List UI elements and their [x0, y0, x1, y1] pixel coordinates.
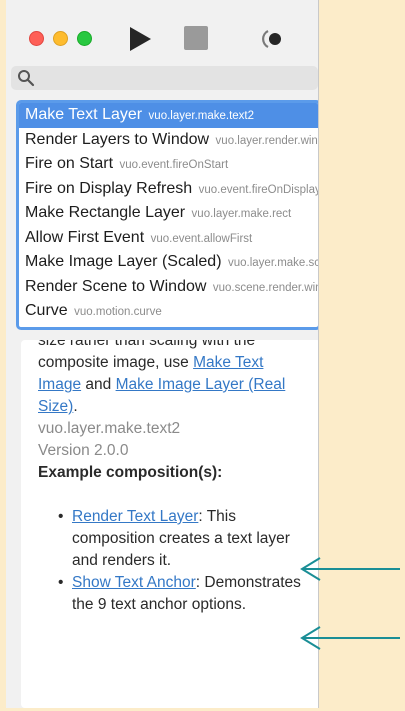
result-item[interactable]: Fire on Start vuo.event.fireOnStart	[19, 152, 318, 177]
result-node-id: vuo.layer.make.rect	[191, 208, 292, 220]
result-title: Fire on Start	[25, 155, 114, 172]
example-item: Show Text Anchor: Demonstrates the 9 tex…	[58, 572, 308, 616]
result-title: Make Text Layer	[25, 106, 143, 123]
result-item[interactable]: Make Rectangle Layer vuo.layer.make.rect	[19, 201, 318, 226]
result-node-id: vuo.layer.render.window2	[215, 134, 318, 147]
result-item[interactable]: Make Image Layer (Scaled) vuo.layer.make…	[19, 250, 318, 275]
examples-list: Render Text Layer: This composition crea…	[38, 506, 308, 616]
result-node-id: vuo.layer.make.text2	[148, 110, 255, 122]
result-node-id: vuo.layer.make.scaled	[227, 257, 318, 269]
search-input[interactable]	[39, 68, 313, 90]
example-item: Render Text Layer: This composition crea…	[58, 506, 308, 572]
examples-heading: Example composition(s):	[38, 464, 223, 481]
node-meta: vuo.layer.make.text2 Version 2.0.0	[38, 418, 308, 462]
result-title: Fire on Display Refresh	[25, 179, 193, 197]
search-icon	[18, 70, 35, 87]
render-text-layer-link[interactable]: Render Text Layer	[72, 508, 198, 525]
node-version: Version 2.0.0	[38, 442, 129, 459]
result-title: Allow First Event	[25, 228, 145, 246]
annotation-arrow-icon	[300, 626, 400, 650]
result-item[interactable]: Render Scene to Window vuo.scene.render.…	[19, 275, 318, 300]
result-title: Render Scene to Window	[25, 277, 207, 295]
result-item[interactable]: Allow First Event vuo.event.allowFirst	[19, 226, 318, 251]
result-title: Make Image Layer (Scaled)	[25, 253, 222, 270]
result-title: Render Layers to Window	[25, 130, 210, 148]
description-cut-line: size rather than scaling with the	[38, 340, 256, 349]
description-text: size rather than scaling with the compos…	[38, 340, 308, 418]
annotation-arrow-icon	[300, 557, 400, 581]
show-text-anchor-link[interactable]: Show Text Anchor	[72, 574, 196, 591]
search-results-dropdown: Make Text Layer vuo.layer.make.text2 Ren…	[16, 100, 318, 330]
search-field[interactable]	[11, 66, 318, 90]
node-documentation-pane[interactable]: size rather than scaling with the compos…	[21, 340, 318, 708]
result-item[interactable]: Curve vuo.motion.curve	[19, 299, 318, 324]
result-node-id: vuo.event.allowFirst	[150, 232, 253, 245]
description-line: composite image, use	[38, 354, 194, 371]
zoom-button[interactable]	[77, 31, 92, 46]
node-library-window: Make Text Layer vuo.layer.make.text2 Ren…	[6, 0, 319, 708]
record-icon[interactable]	[262, 29, 284, 49]
description-conjunction: and	[81, 376, 116, 393]
result-item[interactable]: Fire on Display Refresh vuo.event.fireOn…	[19, 177, 318, 202]
result-node-id: vuo.event.fireOnDisplayRefresh	[198, 183, 318, 196]
result-item[interactable]: Render Layers to Window vuo.layer.render…	[19, 128, 318, 153]
result-item[interactable]: Make Text Layer vuo.layer.make.text2	[19, 103, 318, 128]
result-node-id: vuo.motion.curve	[74, 306, 162, 318]
result-title: Make Rectangle Layer	[25, 204, 186, 221]
result-node-id: vuo.scene.render.window2	[212, 281, 318, 294]
result-title: Curve	[25, 302, 68, 319]
play-icon[interactable]	[127, 25, 153, 53]
description-period: .	[73, 398, 78, 415]
result-node-id: vuo.event.fireOnStart	[119, 159, 229, 171]
toolbar	[6, 0, 318, 64]
minimize-button[interactable]	[53, 31, 68, 46]
close-button[interactable]	[29, 31, 44, 46]
node-class-name: vuo.layer.make.text2	[38, 420, 181, 437]
stop-icon[interactable]	[184, 26, 208, 50]
